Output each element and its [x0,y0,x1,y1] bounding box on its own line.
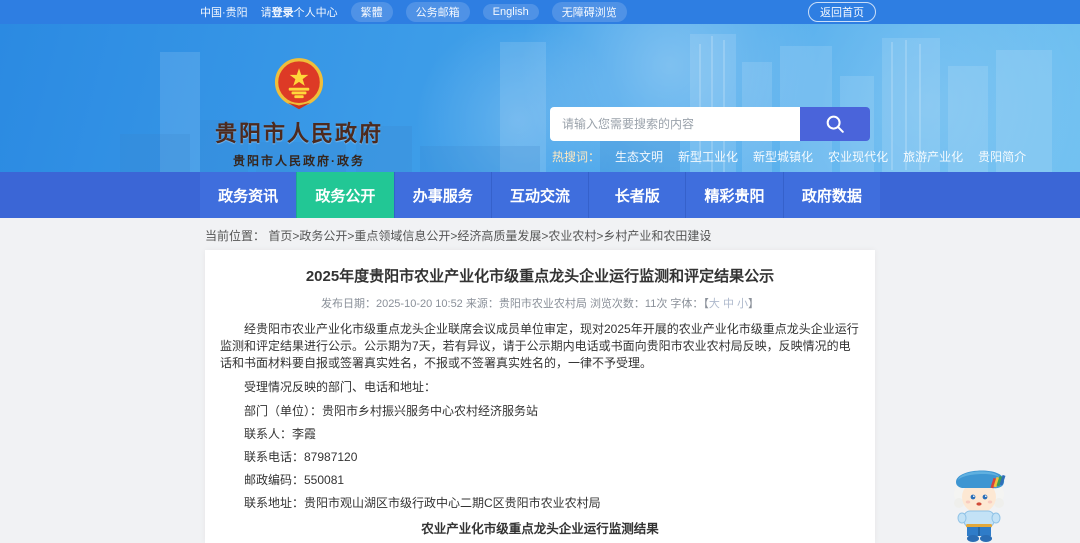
font-size-small[interactable]: 小 [737,298,748,310]
link-login-personal-center[interactable]: 请登录个人中心 [261,4,338,20]
article-body: 经贵阳市农业产业化市级重点龙头企业联席会议成员单位审定，现对2025年开展的农业… [205,311,875,512]
hot-word-6[interactable]: 贵阳简介 [978,148,1026,165]
guiyang-gov-page: 中国·贵阳 请登录个人中心 繁體 公务邮箱 English 无障碍浏览 返回首页 [0,0,1080,543]
nav-item-zhengfu-shuju[interactable]: 政府数据 [782,172,880,218]
back-to-home-button[interactable]: 返回首页 [808,2,876,22]
search-button[interactable] [800,107,870,141]
mascot-assistant[interactable] [948,456,1010,543]
publish-date: 发布日期：2025-10-20 10:52 [320,298,463,310]
site-subtitle: 贵阳市人民政府·政务 [233,154,365,168]
main-navigation: 政务资讯 政务公开 办事服务 互动交流 长者版 精彩贵阳 政府数据 [0,172,1080,218]
contact-department: 部门（单位）：贵阳市乡村振兴服务中心农村经济服务站 [244,404,539,419]
hot-word-3[interactable]: 新型城镇化 [753,148,813,165]
font-size-medium[interactable]: 中 [723,298,734,310]
header-banner: 贵阳市人民政府 贵阳市人民政府·政务 www.guiyang.gov.cn 热搜… [0,24,1080,172]
login-suffix: 个人中心 [293,7,338,19]
link-official-mail[interactable]: 公务邮箱 [405,2,470,22]
font-size-label: 字体：【 [670,298,709,310]
hot-word-5[interactable]: 旅游产业化 [903,148,963,165]
site-logo[interactable]: 贵阳市人民政府 贵阳市人民政府·政务 www.guiyang.gov.cn [206,57,392,172]
hot-word-4[interactable]: 农业现代化 [828,148,888,165]
top-utility-bar: 中国·贵阳 请登录个人中心 繁體 公务邮箱 English 无障碍浏览 返回首页 [0,0,1080,24]
article-source: 来源：贵阳市农业农村局 [465,298,587,310]
article-card: 2025年度贵阳市农业产业化市级重点龙头企业运行监测和评定结果公示 发布日期：2… [205,250,875,543]
breadcrumb-path[interactable]: 首页>政务公开>重点领域信息公开>经济高质量发展>农业农村>乡村产业和农田建设 [268,229,711,243]
search-icon [826,115,844,133]
font-size-suffix: 】 [748,298,760,310]
national-emblem-icon [274,58,324,110]
site-title: 贵阳市人民政府 [214,121,383,146]
contact-address: 联系地址：贵阳市观山湖区市级行政中心二期C区贵阳市农业农村局 [244,496,601,511]
nav-item-jingcai-guiyang[interactable]: 精彩贵阳 [685,172,783,218]
hot-word-2[interactable]: 新型工业化 [678,148,738,165]
hot-search-words: 热搜词： 生态文明 新型工业化 新型城镇化 农业现代化 旅游产业化 贵阳简介 [552,148,1026,165]
paragraph-acceptance: 受理情况反映的部门、电话和地址： [244,380,437,395]
search-input[interactable] [550,107,800,141]
contact-postcode: 邮政编码：550081 [244,473,345,488]
hot-word-1[interactable]: 生态文明 [615,148,663,165]
login-bold: 登录 [271,7,294,19]
article-title: 2025年度贵阳市农业产业化市级重点龙头企业运行监测和评定结果公示 [305,268,775,285]
link-english[interactable]: English [482,4,539,20]
nav-item-zhengwu-gongkai[interactable]: 政务公开 [296,172,394,218]
view-count: 浏览次数：11次 [589,298,668,310]
link-accessibility[interactable]: 无障碍浏览 [551,2,627,22]
breadcrumb-label: 当前位置： [205,229,266,243]
font-size-large[interactable]: 大 [709,298,720,310]
nav-item-zhangzheban[interactable]: 长者版 [588,172,686,218]
link-china-guiyang[interactable]: 中国·贵阳 [200,4,248,20]
site-search [550,107,870,141]
nav-item-banshi-fuwu[interactable]: 办事服务 [393,172,491,218]
breadcrumb: 当前位置： 首页>政务公开>重点领域信息公开>经济高质量发展>农业农村>乡村产业… [205,227,711,244]
paragraph-announcement: 经贵阳市农业产业化市级重点龙头企业联席会议成员单位审定，现对2025年开展的农业… [220,322,859,371]
contact-phone: 联系电话：87987120 [244,450,358,465]
table-caption: 农业产业化市级重点龙头企业运行监测结果 [421,522,659,537]
login-prefix: 请 [260,7,272,19]
hot-words-label: 热搜词： [552,150,601,164]
nav-item-hudong-jiaoliu[interactable]: 互动交流 [490,172,589,218]
link-traditional-chinese[interactable]: 繁體 [350,2,393,22]
nav-item-zhengwu-zixun[interactable]: 政务资讯 [200,172,297,218]
article-meta: 发布日期：2025-10-20 10:52 来源：贵阳市农业农村局 浏览次数：1… [205,295,875,311]
contact-person: 联系人：李霞 [244,427,317,442]
